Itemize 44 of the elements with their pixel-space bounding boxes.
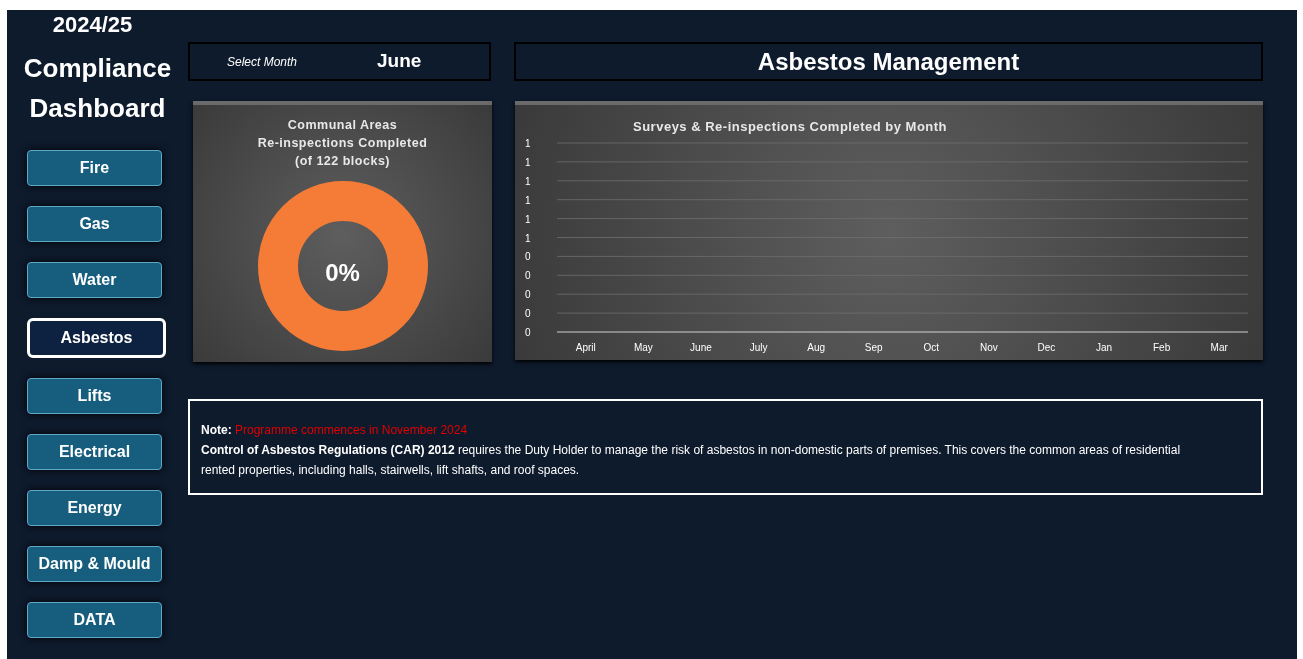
x-tick-label: Mar (1210, 342, 1228, 353)
dashboard-title: Compliance Dashboard (22, 52, 173, 125)
x-tick-label: Sep (864, 342, 883, 353)
nav-button[interactable]: DATA (27, 602, 162, 638)
x-tick-label: April (575, 342, 596, 353)
y-tick-label: 1 (525, 194, 531, 206)
y-tick-label: 1 (525, 213, 531, 225)
nav-button[interactable]: Damp & Mould (27, 546, 162, 582)
y-tick-label: 0 (525, 289, 531, 301)
y-tick-label: 0 (525, 251, 531, 263)
nav-button[interactable]: Gas (27, 206, 162, 242)
y-tick-label: 1 (525, 156, 531, 168)
note-highlight: Programme commences in November 2024 (235, 423, 468, 437)
month-selector[interactable]: Select Month June (188, 42, 491, 81)
nav-button[interactable]: Electrical (27, 434, 162, 470)
x-tick-label: Dec (1037, 342, 1056, 353)
y-tick-label: 1 (525, 175, 531, 187)
x-tick-label: Jan (1096, 342, 1113, 353)
y-tick-label: 0 (525, 308, 531, 320)
year-label: 2024/25 (52, 14, 133, 36)
note-text: Control of Asbestos Regulations (CAR) 2012 requires the Duty Holder to manage the risk of asbestos in non-domestic parts of premises. This covers the common areas of residential rented properties, including halls, stairwells, lift shafts, and roof spaces. (201, 442, 1182, 479)
nav-button[interactable]: Lifts (27, 378, 162, 414)
y-tick-label: 0 (525, 327, 531, 338)
x-tick-label: Oct (923, 342, 940, 353)
x-tick-label: Aug (807, 342, 825, 353)
x-tick-label: Nov (980, 342, 998, 353)
donut-title: Communal Areas Re-inspections Completed (of 122 blocks) (257, 117, 428, 170)
nav-button[interactable]: Water (27, 262, 162, 298)
chart-title: Surveys & Re-inspections Completed by Month (633, 119, 948, 134)
y-tick-label: 1 (525, 138, 531, 149)
x-tick-label: July (749, 342, 768, 353)
y-tick-label: 0 (525, 270, 531, 282)
select-month-label: Select Month (227, 53, 299, 71)
nav-button[interactable]: Fire (27, 150, 162, 186)
note-label: Note: (201, 423, 232, 437)
page-title: Asbestos Management (757, 46, 1020, 77)
donut-value: 0% (324, 258, 361, 288)
x-tick-label: June (690, 342, 712, 353)
x-tick-label: Feb (1153, 342, 1171, 353)
selected-month: June (377, 49, 422, 74)
x-tick-label: May (633, 342, 653, 353)
y-tick-label: 1 (525, 232, 531, 244)
nav-button[interactable]: Energy (27, 490, 162, 526)
nav-button[interactable]: Asbestos (27, 318, 166, 358)
